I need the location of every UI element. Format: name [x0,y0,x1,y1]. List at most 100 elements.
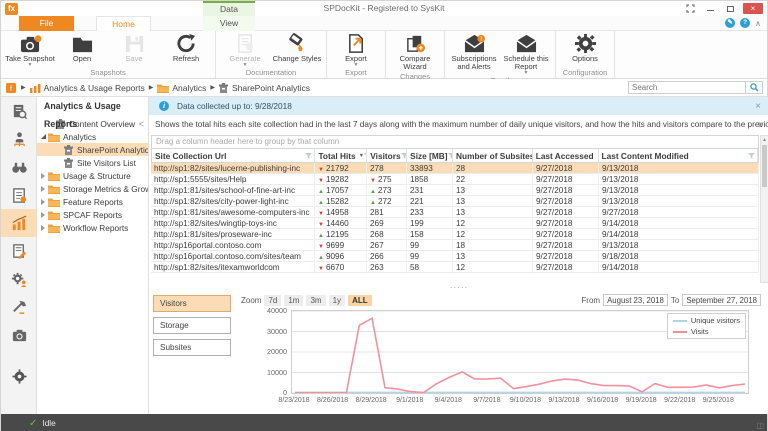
breadcrumb-item-analytics[interactable]: Analytics [157,83,206,93]
table-row[interactable]: http://sp1:82/sites/wingtip-toys-inc▼144… [151,218,759,229]
table-row[interactable]: http://sp1:82/sites/lucerne-publishing-i… [151,163,759,174]
grid-scrollbar[interactable]: ▲ [760,135,768,283]
tree-collapsed-icon[interactable] [39,212,47,218]
table-row[interactable]: http://sp16portal.contoso.com/sites/team… [151,251,759,262]
folder-icon [48,132,60,142]
rail-tools-icon[interactable] [1,293,37,321]
rail-settings-gear-icon[interactable] [1,362,37,390]
ribbon: Take Snapshot▼OpenSaveRefreshSnapshotsGe… [1,31,767,79]
resize-grip[interactable]: ◫ [756,421,764,430]
filter-funnel-icon[interactable] [748,153,755,159]
tree-item-sharepoint-analytics[interactable]: SharePoint Analytics [37,143,148,156]
collapse-ribbon-icon[interactable]: ∧ [755,19,761,28]
cell: 18 [453,240,533,251]
column-header-last-accessed[interactable]: Last Accessed▼ [533,149,599,162]
zoom-option-1y[interactable]: 1y [329,295,345,306]
zoom-option-7d[interactable]: 7d [264,295,281,306]
from-date-input[interactable]: August 23, 2018 [603,294,668,306]
chart-legend: Unique visitorsVisits [667,313,746,339]
ribbon-group-label: Export [330,67,382,78]
column-header-visitors[interactable]: Visitors [367,149,407,162]
breadcrumb-item-analytics-usage-reports[interactable]: Analytics & Usage Reports [30,83,145,93]
tree-item-workflow-reports[interactable]: Workflow Reports [37,221,148,234]
info-close-icon[interactable]: × [755,101,761,112]
tree-collapsed-icon[interactable] [39,173,47,179]
tree-collapsed-icon[interactable] [39,225,47,231]
column-header-total-hits[interactable]: Total Hits▼ [315,149,367,162]
tab-view[interactable]: View [203,16,255,31]
tab-file[interactable]: File [19,16,74,31]
table-row[interactable]: http://sp1:82/sites/itexamworldcom▼66702… [151,262,759,273]
feedback-chat-icon[interactable]: ✎ [725,18,735,28]
search-icon[interactable] [746,81,763,94]
series-button-visitors[interactable]: Visitors [153,295,231,312]
visitors-chart: Unique visitorsVisits [291,310,749,394]
tree-item-spcaf-reports[interactable]: SPCAF Reports [37,208,148,221]
table-row[interactable]: http://sp1:81/sites/awesome-computers-in… [151,207,759,218]
tree-item-site-visitors-list[interactable]: Site Visitors List [37,156,148,169]
change-styles-button[interactable]: Change Styles [271,32,323,63]
zoom-option-all[interactable]: ALL [348,295,372,306]
trend-up-icon: ▲ [318,200,324,206]
rail-binoculars-icon[interactable] [1,153,37,181]
open-button[interactable]: Open [56,32,108,63]
subscriptions-and-alerts-button[interactable]: !Subscriptions and Alerts [448,32,500,71]
to-date-input[interactable]: September 27, 2018 [682,294,761,306]
rail-permissions-icon[interactable] [1,125,37,153]
rail-farm-explorer-icon[interactable] [1,97,37,125]
export-button[interactable]: Export▼ [330,32,382,67]
cell: http://sp1:82/sites/lucerne-publishing-i… [151,163,315,174]
splitter-handle[interactable]: ····· [149,285,768,293]
tree-item-storage-metrics-growth[interactable]: Storage Metrics & Growth [37,182,148,195]
table-row[interactable]: http://sp1:5555/sites/Help▼19282▼2751858… [151,174,759,185]
contextual-tab-data[interactable]: Data [203,1,255,16]
maximize-button[interactable] [723,3,738,14]
zoom-option-3m[interactable]: 3m [306,295,325,306]
tree-collapsed-icon[interactable] [39,199,47,205]
column-header-site-collection-url[interactable]: Site Collection Url [152,149,315,162]
rail-snapshot-camera-icon[interactable] [1,321,37,349]
table-row[interactable]: http://sp1:81/sites/proseware-inc▲121952… [151,229,759,240]
table-row[interactable]: http://sp1:81/sites/school-of-fine-art-i… [151,185,759,196]
description-expand-icon[interactable]: ∨ [757,120,763,129]
tab-home[interactable]: Home [96,16,151,31]
minimize-button[interactable] [703,3,718,14]
column-header-number-of-subsites[interactable]: Number of Subsites [453,149,533,162]
status-bar: ✓ Idle ◫ [1,414,767,431]
breadcrumb-item-sharepoint-analytics[interactable]: SharePoint Analytics [219,83,310,93]
tree-item-feature-reports[interactable]: Feature Reports [37,195,148,208]
table-row[interactable]: http://sp1:82/sites/city-power-light-inc… [151,196,759,207]
refresh-button[interactable]: Refresh [160,32,212,63]
group-by-hint[interactable]: Drag a column header here to group by th… [151,135,759,149]
tree-item-usage-structure[interactable]: Usage & Structure [37,169,148,182]
rail-reports-icon[interactable] [1,181,37,209]
help-icon[interactable]: ? [740,18,750,28]
cell: 22 [453,174,533,185]
tree-expanded-icon[interactable] [39,134,47,139]
take-snapshot-button[interactable]: Take Snapshot▼ [4,32,56,67]
collapse-panel-icon[interactable]: < [139,115,144,133]
column-header-last-content-modified[interactable]: Last Content Modified [599,149,758,162]
rail-documentation-icon[interactable] [1,237,37,265]
search-input[interactable] [628,81,746,94]
filter-funnel-icon[interactable] [401,153,408,159]
table-row[interactable]: http://sp16portal.contoso.com▼9699267991… [151,240,759,251]
zoom-option-1m[interactable]: 1m [284,295,303,306]
rail-manage-icon[interactable] [1,265,37,293]
column-header-size-mb-[interactable]: Size [MB] [407,149,453,162]
schedule-this-report-button[interactable]: Schedule this Report▼ [500,32,552,75]
svg-text:!: ! [480,36,482,43]
filter-funnel-icon[interactable] [305,153,312,159]
cell: http://sp1:82/sites/city-power-light-inc [151,196,315,207]
rail-analytics-icon[interactable] [1,209,37,237]
options-button[interactable]: Options [559,32,611,63]
breadcrumb-item-home[interactable]: f [6,83,17,93]
fit-screen-icon[interactable] [683,3,698,14]
compare-wizard-button[interactable]: Compare Wizard [389,32,441,71]
close-button[interactable]: × [743,3,763,14]
reports-panel: Analytics & Usage Reports < Content Over… [37,97,149,414]
tree-collapsed-icon[interactable] [39,186,47,192]
series-button-subsites[interactable]: Subsites [153,339,231,356]
status-text: Idle [42,418,55,428]
series-button-storage[interactable]: Storage [153,317,231,334]
